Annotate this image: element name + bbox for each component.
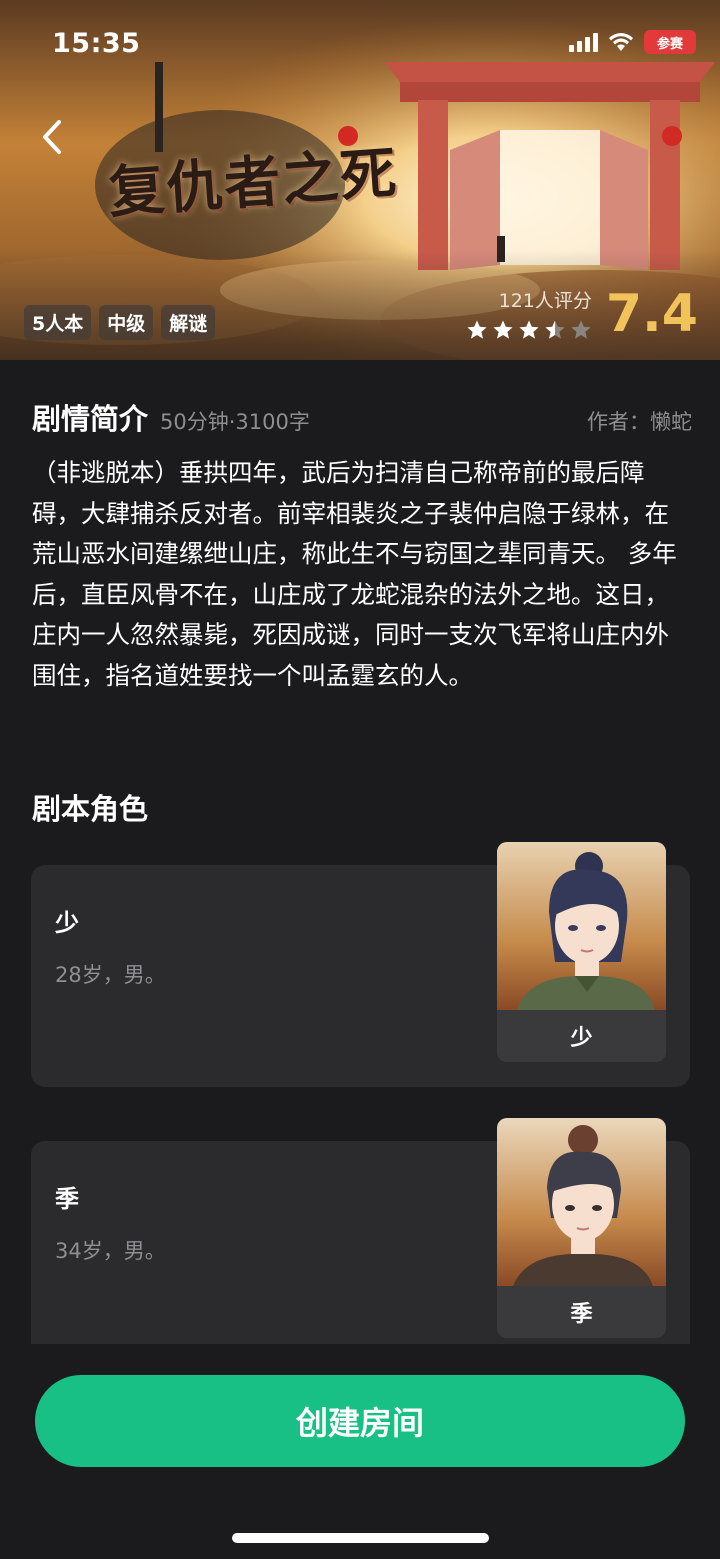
synopsis-text: （非逃脱本）垂拱四年，武后为扫清自己称帝前的最后障碍，大肆捕杀反对者。前宰相裴炎… — [32, 458, 677, 690]
wifi-icon — [609, 33, 633, 51]
role-desc: 34岁，男。 — [55, 1239, 166, 1263]
star-icon — [545, 320, 565, 339]
rating-score: 7.4 — [605, 283, 698, 344]
intro-header: 剧情简介 50分钟·3100字 作者：懒蛇 — [32, 396, 692, 438]
rating-details: 121人评分 — [466, 286, 592, 341]
portrait-label: 季 — [497, 1286, 666, 1338]
hero-banner: 15:35 参赛 复仇者之死 5人本 中级 解谜 121人评分 7.4 — [0, 0, 720, 360]
role-desc: 28岁，男。 — [55, 963, 166, 987]
tag-genre: 解谜 — [161, 305, 216, 340]
intro-meta: 50分钟·3100字 — [160, 410, 310, 434]
star-icon — [493, 320, 513, 339]
role-portrait[interactable]: 少 — [497, 842, 666, 1062]
cellular-signal-icon — [569, 32, 598, 52]
tag-players: 5人本 — [24, 305, 92, 340]
portrait-label: 少 — [497, 1010, 666, 1062]
star-icon — [467, 320, 487, 339]
chevron-left-icon — [43, 120, 61, 154]
role-name: 季 — [55, 1185, 79, 1213]
role-portrait[interactable]: 季 — [497, 1118, 666, 1338]
character-portrait-image — [497, 842, 666, 1010]
create-room-button[interactable]: 创建房间 — [35, 1375, 685, 1467]
battery-badge-label: 参赛 — [656, 36, 683, 52]
status-icons: 参赛 — [569, 30, 696, 54]
author-link[interactable]: 作者：懒蛇 — [587, 406, 692, 436]
tag-difficulty: 中级 — [99, 305, 154, 340]
battery-badge: 参赛 — [644, 30, 696, 54]
intro-title: 剧情简介 — [32, 402, 149, 436]
rating-count: 121人评分 — [498, 290, 592, 312]
script-tags: 5人本 中级 解谜 — [24, 305, 216, 340]
status-time: 15:35 — [52, 28, 141, 59]
roles-title: 剧本角色 — [32, 792, 149, 826]
home-indicator[interactable] — [232, 1533, 489, 1543]
back-button[interactable] — [30, 112, 74, 162]
star-rating — [466, 319, 592, 341]
star-icon — [519, 320, 539, 339]
role-name: 少 — [55, 909, 79, 937]
rating: 121人评分 7.4 — [466, 286, 698, 341]
character-portrait-image — [497, 1118, 666, 1286]
star-icon — [571, 320, 591, 339]
